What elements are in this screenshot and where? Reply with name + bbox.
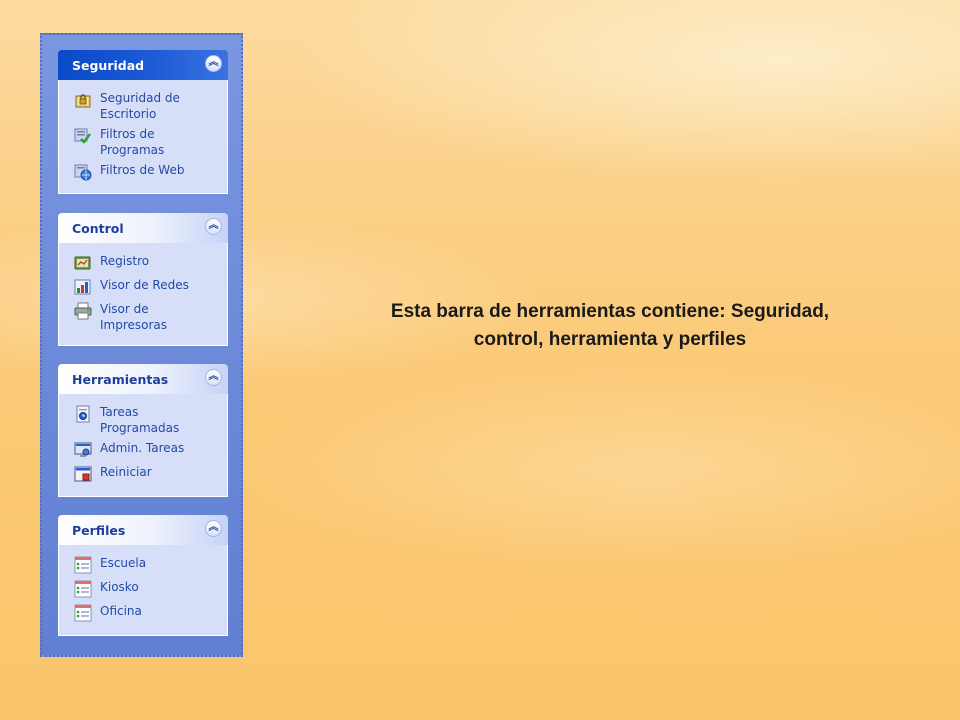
- slide-caption: Esta barra de herramientas contiene: Seg…: [390, 301, 830, 350]
- group-body: Seguridad de Escritorio Filtros de Progr…: [58, 80, 228, 194]
- chevron-double-up-icon[interactable]: ︽: [205, 55, 222, 72]
- item-kiosko[interactable]: Kiosko: [59, 579, 227, 599]
- item-label: Visor de Impresoras: [100, 302, 168, 332]
- item-reiniciar[interactable]: Reiniciar: [59, 464, 227, 484]
- item-registro[interactable]: Registro: [59, 253, 227, 273]
- task-manager-icon: [74, 441, 92, 459]
- group-body: Tareas Programadas Admin. Tareas Reinici…: [58, 394, 228, 497]
- item-seguridad-de-escritorio[interactable]: Seguridad de Escritorio: [59, 90, 227, 122]
- network-chart-icon: [74, 278, 92, 296]
- checkmark-icon: [74, 127, 92, 145]
- chevron-double-up-icon[interactable]: ︽: [205, 520, 222, 537]
- group-control: Control ︽ Registro Visor de Redes Visor …: [58, 213, 228, 346]
- chevron-double-up-icon[interactable]: ︽: [205, 369, 222, 386]
- log-icon: [74, 254, 92, 272]
- item-visor-de-redes[interactable]: Visor de Redes: [59, 277, 227, 297]
- globe-icon: [74, 163, 92, 181]
- group-title: Control: [72, 221, 124, 236]
- scheduled-task-icon: [74, 405, 92, 423]
- item-label: Registro: [100, 254, 150, 268]
- item-admin-tareas[interactable]: Admin. Tareas: [59, 440, 227, 460]
- group-body: Registro Visor de Redes Visor de Impreso…: [58, 243, 228, 346]
- item-label: Admin. Tareas: [100, 441, 185, 455]
- item-escuela[interactable]: Escuela: [59, 555, 227, 575]
- item-filtros-de-programas[interactable]: Filtros de Programas: [59, 126, 227, 158]
- group-title: Seguridad: [72, 58, 145, 73]
- group-header-herramientas[interactable]: Herramientas ︽: [58, 364, 228, 394]
- item-label: Oficina: [100, 604, 142, 618]
- item-visor-de-impresoras[interactable]: Visor de Impresoras: [59, 301, 227, 333]
- task-sidebar: Seguridad ︽ Seguridad de Escritorio Filt…: [40, 33, 243, 657]
- padlock-icon: [74, 91, 92, 109]
- group-title: Herramientas: [72, 372, 169, 387]
- group-perfiles: Perfiles ︽ Escuela Kiosko Oficina: [58, 515, 228, 636]
- item-label: Filtros de Programas: [100, 127, 165, 157]
- group-herramientas: Herramientas ︽ Tareas Programadas Admin.…: [58, 364, 228, 497]
- group-header-control[interactable]: Control ︽: [58, 213, 228, 243]
- restart-icon: [74, 465, 92, 483]
- chevron-double-up-icon[interactable]: ︽: [205, 218, 222, 235]
- item-label: Visor de Redes: [100, 278, 189, 292]
- item-label: Filtros de Web: [100, 163, 185, 177]
- item-label: Kiosko: [100, 580, 139, 594]
- profile-list-icon: [74, 604, 92, 622]
- group-seguridad: Seguridad ︽ Seguridad de Escritorio Filt…: [58, 50, 228, 194]
- group-title: Perfiles: [72, 523, 126, 538]
- profile-list-icon: [74, 556, 92, 574]
- group-body: Escuela Kiosko Oficina: [58, 545, 228, 636]
- item-oficina[interactable]: Oficina: [59, 603, 227, 623]
- item-label: Escuela: [100, 556, 147, 570]
- item-label: Reiniciar: [100, 465, 152, 479]
- printer-icon: [74, 302, 92, 320]
- group-header-perfiles[interactable]: Perfiles ︽: [58, 515, 228, 545]
- item-label: Tareas Programadas: [100, 405, 180, 435]
- group-header-seguridad[interactable]: Seguridad ︽: [58, 50, 228, 80]
- item-filtros-de-web[interactable]: Filtros de Web: [59, 162, 227, 182]
- item-tareas-programadas[interactable]: Tareas Programadas: [59, 404, 227, 436]
- item-label: Seguridad de Escritorio: [100, 91, 180, 121]
- profile-list-icon: [74, 580, 92, 598]
